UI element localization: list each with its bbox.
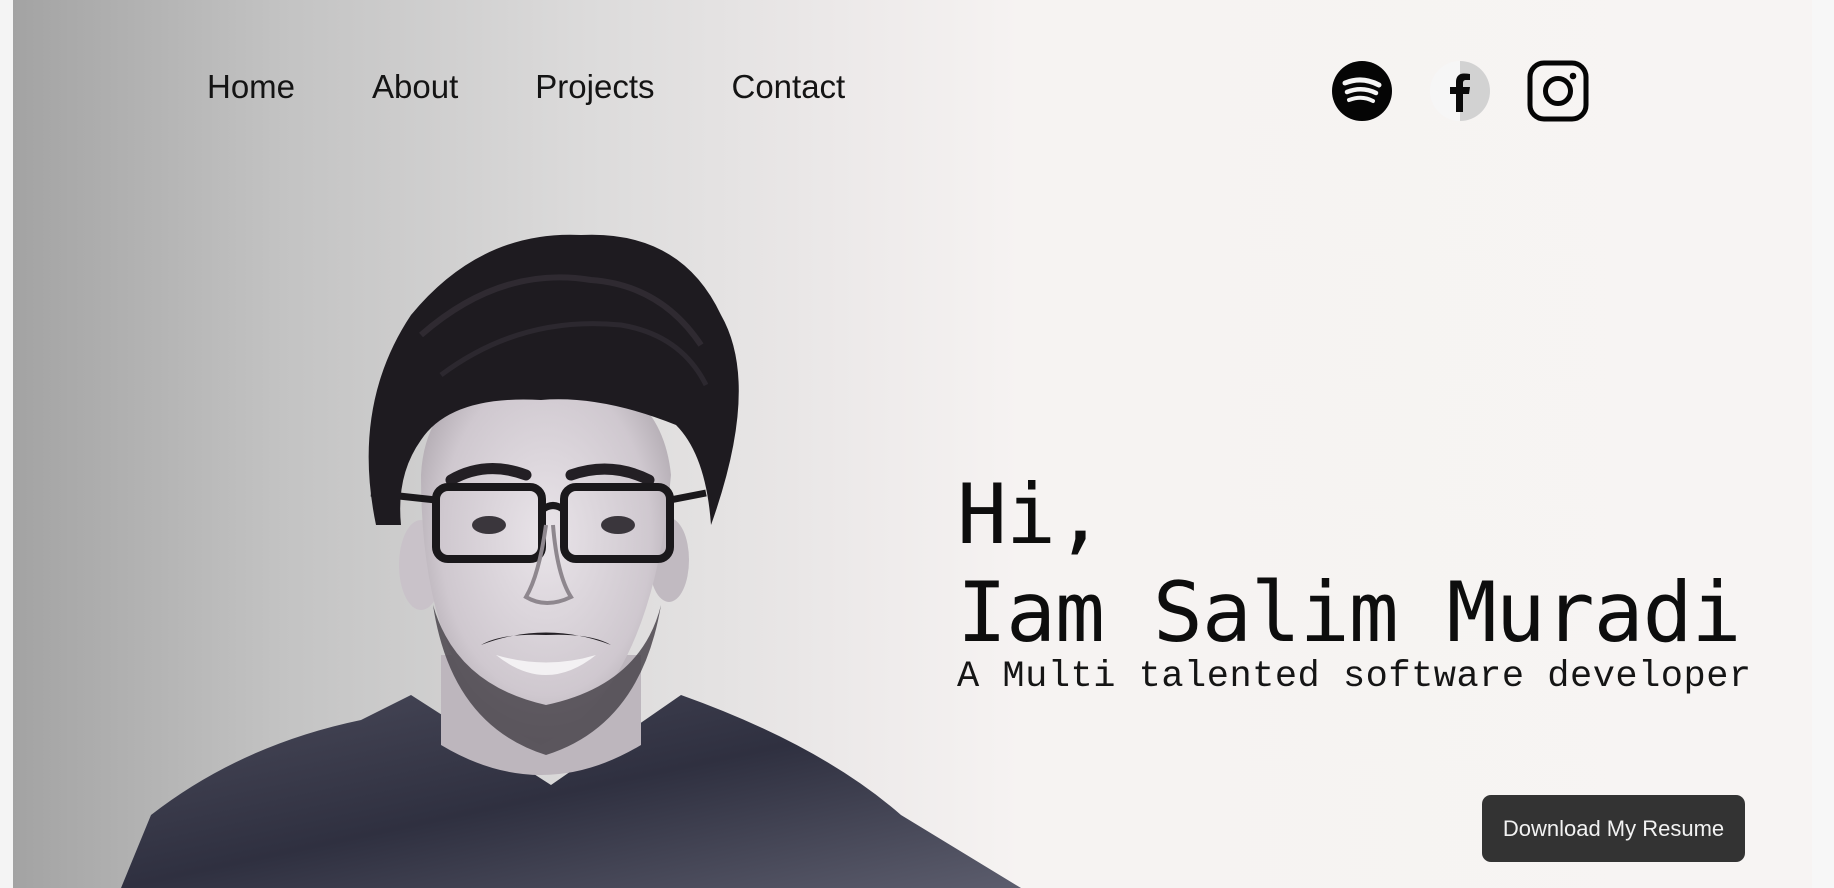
page-left-margin (0, 0, 13, 888)
nav-projects[interactable]: Projects (535, 70, 654, 103)
instagram-icon[interactable] (1527, 60, 1589, 122)
hero-tagline: A Multi talented software developer (957, 656, 1752, 698)
spotify-icon[interactable] (1331, 60, 1393, 122)
greeting-text: Hi, (957, 466, 1105, 563)
download-resume-button[interactable]: Download My Resume (1482, 795, 1745, 862)
top-navigation: Home About Projects Contact (207, 70, 922, 103)
page-scrollbar-area (1812, 0, 1834, 888)
hero-heading: Hi, Iam Salim Muradi (957, 466, 1742, 662)
nav-home[interactable]: Home (207, 70, 295, 103)
hero-section: Home About Projects Contact Hi, Iam Sali… (13, 0, 1812, 888)
nav-contact[interactable]: Contact (732, 70, 846, 103)
nav-about[interactable]: About (372, 70, 458, 103)
name-text: Iam Salim Muradi (957, 564, 1742, 661)
profile-portrait (121, 225, 1021, 888)
facebook-icon[interactable] (1429, 60, 1491, 122)
